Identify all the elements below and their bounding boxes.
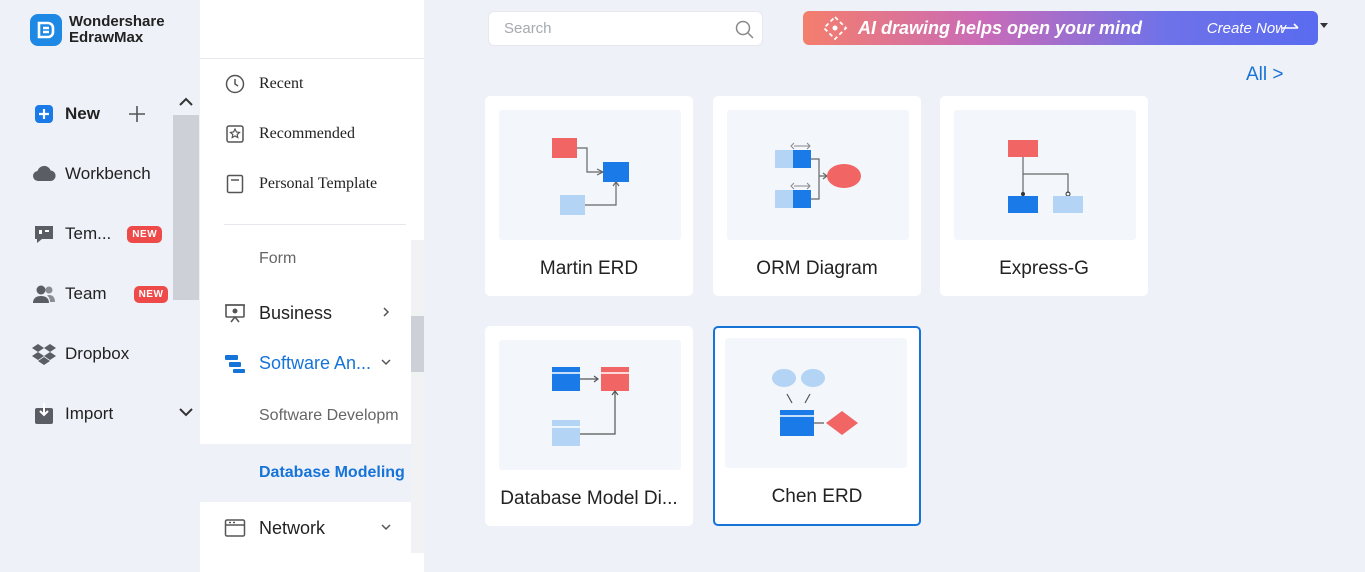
nav-import[interactable]: Import (32, 399, 113, 429)
template-doc-icon (224, 173, 246, 195)
chevron-down-icon[interactable] (380, 356, 392, 368)
new-icon (32, 102, 56, 126)
category-scroll-thumb[interactable] (411, 316, 424, 372)
brand-line1: Wondershare (69, 13, 165, 30)
search-input[interactable] (504, 20, 724, 37)
tree-network[interactable]: Network (224, 516, 325, 540)
tree-software[interactable]: Software An... (224, 351, 384, 375)
arrow-right-icon (1282, 23, 1299, 29)
martin-erd-thumbnail (499, 110, 681, 240)
orm-diagram-thumbnail (727, 110, 909, 240)
nav-new[interactable]: New (32, 99, 100, 129)
import-icon (32, 402, 56, 426)
nav-import-label: Import (65, 404, 114, 423)
template-card-database-model-diagram[interactable]: Database Model Di... (485, 326, 693, 526)
nav-team[interactable]: Team NEW (32, 279, 169, 309)
chevron-down-icon[interactable] (177, 403, 195, 421)
brand: Wondershare EdrawMax (30, 14, 165, 46)
new-badge: NEW (133, 285, 169, 303)
search-box[interactable] (488, 11, 763, 46)
card-label: Chen ERD (771, 486, 863, 507)
nav-workbench[interactable]: Workbench (32, 159, 151, 189)
nav-team-label: Team (65, 284, 107, 303)
ai-banner[interactable]: AI drawing helps open your mind Create N… (803, 11, 1318, 45)
nav-workbench-label: Workbench (65, 164, 151, 183)
left-nav: Wondershare EdrawMax New Workbench Tem..… (0, 0, 200, 572)
divider (200, 58, 424, 59)
presentation-icon (224, 301, 248, 325)
nav-templates[interactable]: Tem... NEW (32, 219, 163, 249)
search-icon[interactable] (735, 20, 754, 39)
chevron-up-icon[interactable] (177, 93, 195, 111)
tree-software-label: Software An... (259, 352, 372, 373)
tree-database-modeling[interactable]: Database Modeling (259, 464, 411, 482)
chevron-right-icon[interactable] (380, 306, 392, 318)
tree-form[interactable]: Form (259, 250, 296, 268)
create-now-link[interactable]: Create Now (1207, 20, 1286, 37)
new-badge: NEW (127, 225, 163, 243)
chevron-down-icon[interactable] (380, 521, 392, 533)
divider (224, 224, 406, 225)
card-label: Martin ERD (539, 258, 639, 279)
cat-recent-label: Recent (259, 75, 304, 92)
all-link[interactable]: All > (1246, 64, 1284, 86)
tree-software-development[interactable]: Software Developm (259, 407, 411, 425)
card-label: Express-G (999, 258, 1089, 279)
star-doc-icon (224, 123, 246, 145)
express-g-thumbnail (954, 110, 1136, 240)
chen-erd-thumbnail (725, 338, 907, 468)
card-label: ORM Diagram (756, 258, 878, 279)
nav-scroll-thumb[interactable] (173, 115, 199, 300)
clock-icon (224, 73, 246, 95)
nav-templates-label: Tem... (65, 224, 112, 243)
cat-recommended-label: Recommended (259, 125, 355, 142)
nav-new-label: New (65, 104, 100, 123)
cloud-icon (32, 162, 56, 186)
edrawmax-logo-icon (30, 14, 62, 46)
card-label: Database Model Di... (500, 488, 678, 509)
caret-down-icon[interactable] (1319, 20, 1329, 30)
network-icon (224, 516, 248, 540)
ai-sparkle-icon (822, 15, 848, 41)
database-model-thumbnail (499, 340, 681, 470)
cat-personal-template-label: Personal Template (259, 175, 378, 192)
add-plus-icon[interactable] (126, 103, 148, 125)
brand-line2: EdrawMax (69, 29, 144, 46)
template-card-martin-erd[interactable]: Martin ERD (485, 96, 693, 296)
nav-dropbox-label: Dropbox (65, 344, 130, 363)
banner-text: AI drawing helps open your mind (858, 17, 1143, 38)
tree-network-label: Network (259, 517, 326, 538)
template-card-express-g[interactable]: Express-G (940, 96, 1148, 296)
category-panel: Recent Recommended Personal Template For… (200, 0, 424, 572)
cat-personal-template[interactable]: Personal Template (224, 173, 377, 195)
tree-business[interactable]: Business (224, 301, 332, 325)
template-card-orm-diagram[interactable]: ORM Diagram (713, 96, 921, 296)
cat-recent[interactable]: Recent (224, 73, 303, 95)
category-scrollbar[interactable] (411, 240, 424, 553)
dropbox-icon (32, 342, 56, 366)
template-card-chen-erd[interactable]: Chen ERD (713, 326, 921, 526)
nav-dropbox[interactable]: Dropbox (32, 339, 129, 369)
software-icon (224, 351, 248, 375)
nav-scrollbar[interactable] (173, 90, 199, 424)
templates-icon (32, 222, 56, 246)
team-icon (32, 282, 56, 306)
tree-business-label: Business (259, 302, 333, 323)
cat-recommended[interactable]: Recommended (224, 123, 355, 145)
